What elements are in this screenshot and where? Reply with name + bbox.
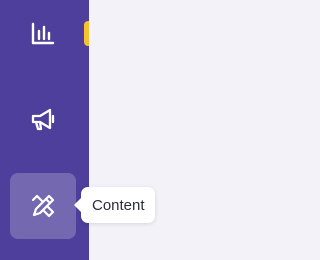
- pencil-ruler-icon: [29, 192, 57, 220]
- tooltip-label: Content: [92, 196, 145, 214]
- tooltip-content: Content: [74, 187, 155, 223]
- sidebar-item-content[interactable]: [10, 173, 76, 239]
- sidebar-item-analytics[interactable]: [10, 0, 76, 66]
- sidebar-item-marketing[interactable]: [10, 87, 76, 153]
- megaphone-icon: [29, 107, 57, 133]
- bar-chart-icon: [30, 20, 56, 46]
- sidebar: [0, 0, 94, 260]
